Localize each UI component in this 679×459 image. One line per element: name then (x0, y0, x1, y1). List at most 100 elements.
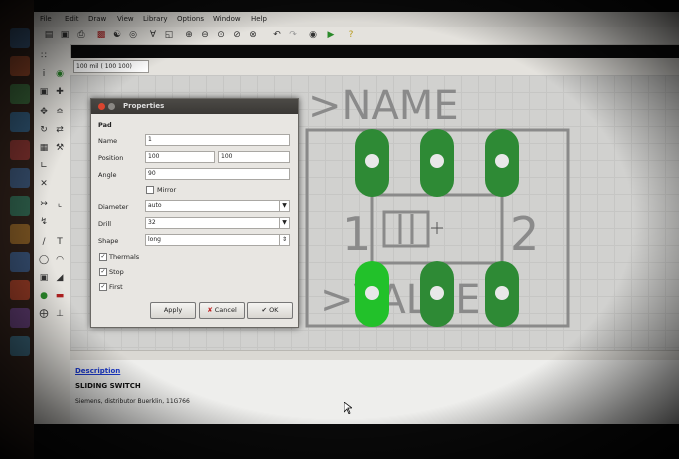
help-icon[interactable]: ? (346, 30, 356, 40)
diameter-combo[interactable]: auto ▼ (145, 200, 290, 212)
minimize-icon[interactable] (108, 103, 115, 110)
rotate-icon[interactable]: ↻ (38, 124, 50, 136)
menu-library[interactable]: Library (143, 15, 167, 23)
zoom-last-icon[interactable]: ⊗ (248, 30, 258, 40)
chevron-down-icon[interactable]: ▼ (279, 218, 289, 228)
wire-icon[interactable]: ∕ (38, 236, 50, 248)
split-icon[interactable]: ↯ (38, 216, 50, 228)
slider-knob[interactable] (382, 210, 430, 248)
thermals-checkbox[interactable]: ✓ (99, 253, 107, 261)
drill-combo[interactable]: 32 ▼ (145, 217, 290, 229)
launcher-app-icon[interactable] (10, 28, 30, 48)
launcher-app-icon[interactable] (10, 140, 30, 160)
value-placeholder-text[interactable]: >VALUE (320, 277, 481, 323)
launcher-app-icon[interactable] (10, 56, 30, 76)
smd-icon[interactable]: ▬ (54, 290, 66, 302)
text-icon[interactable]: T (54, 236, 66, 248)
pad-selected[interactable] (355, 261, 389, 327)
position-y-field[interactable]: 100 (218, 151, 290, 163)
mark-icon[interactable]: ✚ (54, 86, 66, 98)
zoom-select-icon[interactable]: ⊘ (232, 30, 242, 40)
polygon-icon[interactable]: ◢ (54, 272, 66, 284)
menu-draw[interactable]: Draw (88, 15, 106, 23)
pad[interactable] (485, 261, 519, 327)
show-icon[interactable]: ◉ (54, 68, 66, 80)
drc-icon[interactable]: ◎ (128, 30, 138, 40)
hole-icon[interactable]: ⨁ (38, 308, 50, 320)
open-icon[interactable]: ▤ (44, 30, 54, 40)
mirror-icon[interactable]: ⇄ (54, 124, 66, 136)
fit-icon[interactable]: ◱ (164, 30, 174, 40)
pad-icon[interactable]: ● (38, 290, 50, 302)
ok-button[interactable]: ✔ OK (247, 302, 293, 319)
undo-icon[interactable]: ↶ (272, 30, 282, 40)
dialog-title-bar[interactable]: Properties (91, 99, 298, 114)
rect-icon[interactable]: ▣ (38, 272, 50, 284)
close-icon[interactable] (98, 103, 105, 110)
name-field[interactable]: 1 (145, 134, 290, 146)
pad[interactable] (420, 129, 454, 197)
cam-icon[interactable]: ▩ (96, 30, 106, 40)
launcher-app-icon[interactable] (10, 168, 30, 188)
cancel-button[interactable]: ✘ Cancel (199, 302, 245, 319)
copy-icon[interactable]: ≏ (54, 106, 66, 118)
launcher-app-icon[interactable] (10, 308, 30, 328)
launcher-app-icon[interactable] (10, 196, 30, 216)
chevron-down-icon[interactable]: ▼ (279, 201, 289, 211)
parameter-bar: 100 mil ( 100 100) (70, 58, 679, 76)
stop-icon[interactable]: ◉ (308, 30, 318, 40)
zoom-in-icon[interactable]: ⊕ (184, 30, 194, 40)
pad[interactable] (420, 261, 454, 327)
zoom-redraw-icon[interactable]: ⊙ (216, 30, 226, 40)
dialog-title: Properties (123, 102, 165, 110)
description-link[interactable]: Description (75, 367, 120, 375)
menu-options[interactable]: Options (177, 15, 204, 23)
origin-crosshair (431, 222, 443, 234)
position-x-field[interactable]: 100 (145, 151, 215, 163)
paste-icon[interactable]: ∟ (38, 160, 50, 172)
group-icon[interactable]: ▦ (38, 142, 50, 154)
shape-select[interactable]: long ⇕ (145, 234, 290, 246)
launcher-app-icon[interactable] (10, 112, 30, 132)
info-icon[interactable]: i (38, 68, 50, 80)
name-placeholder-text[interactable]: >NAME (308, 83, 459, 129)
pad[interactable] (355, 129, 389, 197)
delete-icon[interactable]: ✕ (38, 178, 50, 190)
dimension-icon[interactable]: ⊥ (54, 308, 66, 320)
miter-icon[interactable]: ⌞ (54, 198, 66, 210)
menu-edit[interactable]: Edit (65, 15, 79, 23)
pad[interactable] (485, 129, 519, 197)
menu-window[interactable]: Window (213, 15, 241, 23)
circle-icon[interactable]: ◯ (38, 254, 50, 266)
launcher-app-icon[interactable] (10, 224, 30, 244)
shape-value: long (148, 236, 161, 243)
script-icon[interactable]: ☯ (112, 30, 122, 40)
stop-checkbox[interactable]: ✓ (99, 268, 107, 276)
arc-icon[interactable]: ◠ (54, 254, 66, 266)
move-icon[interactable]: ✥ (38, 106, 50, 118)
menu-help[interactable]: Help (251, 15, 267, 23)
launcher-app-icon[interactable] (10, 336, 30, 356)
launcher-app-icon[interactable] (10, 252, 30, 272)
change-icon[interactable]: ⚒ (54, 142, 66, 154)
pin-1-label[interactable]: 1 (342, 207, 371, 261)
updown-icon[interactable]: ⇕ (279, 235, 289, 245)
grid-icon[interactable]: ∷ (38, 50, 50, 62)
print-icon[interactable]: ⎙ (76, 30, 86, 40)
launcher-app-icon[interactable] (10, 280, 30, 300)
apply-button[interactable]: Apply (150, 302, 196, 319)
display-icon[interactable]: ▣ (38, 86, 50, 98)
menu-view[interactable]: View (117, 15, 134, 23)
angle-field[interactable]: 90 (145, 168, 290, 180)
zoom-out-icon[interactable]: ⊖ (200, 30, 210, 40)
menu-file[interactable]: File (40, 15, 52, 23)
redo-icon[interactable]: ↷ (288, 30, 298, 40)
save-icon[interactable]: ▣ (60, 30, 70, 40)
pin-2-label[interactable]: 2 (510, 207, 539, 261)
mirror-checkbox[interactable] (146, 186, 154, 194)
launcher-app-icon[interactable] (10, 84, 30, 104)
ulp-icon[interactable]: ∀ (148, 30, 158, 40)
name-icon[interactable]: ↣ (38, 198, 50, 210)
first-checkbox[interactable]: ✓ (99, 283, 107, 291)
go-icon[interactable]: ▶ (326, 30, 336, 40)
